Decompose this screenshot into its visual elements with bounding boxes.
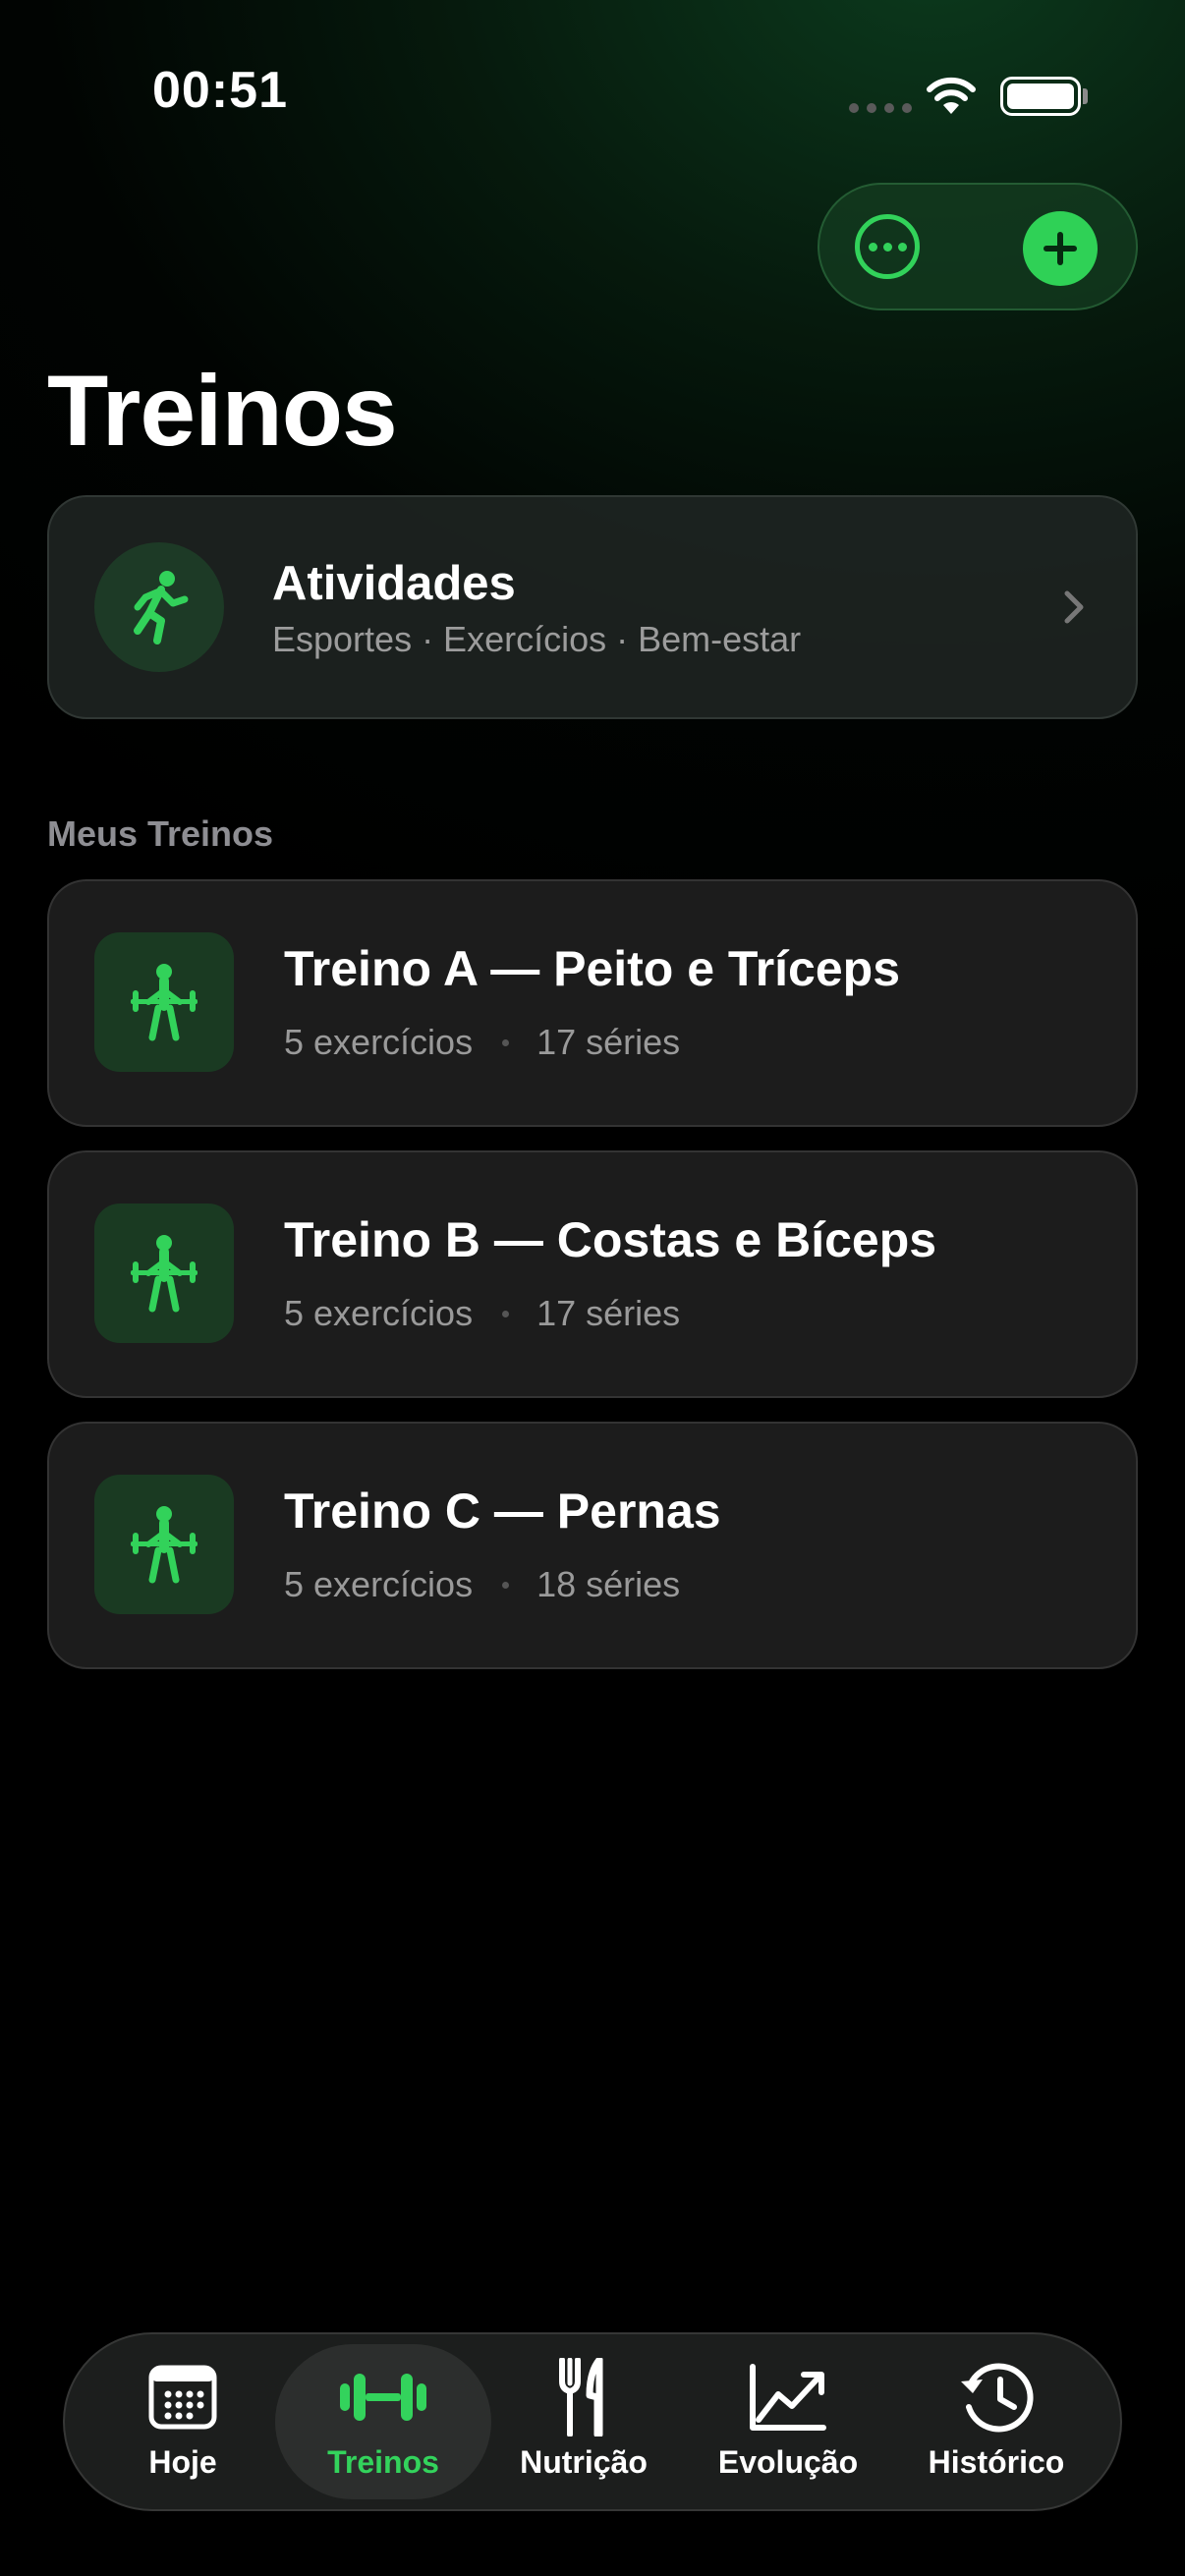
separator-dot xyxy=(502,1310,510,1317)
more-options-icon[interactable] xyxy=(855,214,920,279)
workout-meta: 5 exercícios 17 séries xyxy=(284,1293,680,1334)
weightlifter-icon xyxy=(94,1204,234,1343)
add-workout-button[interactable] xyxy=(1023,211,1098,286)
cellular-signal-icon xyxy=(849,103,912,113)
page-title: Treinos xyxy=(47,355,398,467)
weightlifter-icon xyxy=(94,932,234,1072)
wifi-icon xyxy=(924,75,979,121)
dumbbell-icon xyxy=(338,2358,428,2436)
activities-subtitle: Esportes · Exercícios · Bem-estar xyxy=(272,619,802,659)
status-time: 00:51 xyxy=(152,62,288,119)
fork-knife-icon xyxy=(556,2358,611,2436)
weightlifter-icon xyxy=(94,1475,234,1614)
exercise-count: 5 exercícios xyxy=(284,1022,474,1062)
running-figure-icon xyxy=(94,542,224,672)
tab-treinos[interactable]: Treinos xyxy=(285,2358,481,2481)
exercise-count: 5 exercícios xyxy=(284,1293,474,1333)
set-count: 18 séries xyxy=(536,1564,681,1604)
separator-dot xyxy=(502,1581,510,1589)
chart-up-icon xyxy=(749,2358,827,2436)
set-count: 17 séries xyxy=(536,1293,681,1333)
tab-label: Nutrição xyxy=(520,2444,648,2480)
workout-meta: 5 exercícios 17 séries xyxy=(284,1022,680,1063)
workout-title: Treino B — Costas e Bíceps xyxy=(284,1212,937,1267)
tab-historico[interactable]: Histórico xyxy=(898,2358,1095,2481)
calendar-icon xyxy=(148,2358,217,2436)
battery-nub xyxy=(1083,88,1088,104)
separator-dot xyxy=(502,1038,510,1046)
tab-hoje[interactable]: Hoje xyxy=(85,2358,281,2481)
tab-label: Evolução xyxy=(717,2444,859,2480)
history-clock-icon xyxy=(957,2358,1036,2436)
section-header: Meus Treinos xyxy=(47,813,274,854)
workout-meta: 5 exercícios 18 séries xyxy=(284,1564,680,1605)
tab-label: Hoje xyxy=(148,2444,217,2480)
battery-icon xyxy=(1000,77,1081,116)
workout-title: Treino A — Peito e Tríceps xyxy=(284,941,901,996)
tab-label: Treinos xyxy=(327,2444,439,2480)
tab-label: Histórico xyxy=(928,2444,1065,2480)
workout-title: Treino C — Pernas xyxy=(284,1484,721,1539)
set-count: 17 séries xyxy=(536,1022,681,1062)
chevron-right-icon xyxy=(1063,589,1085,630)
tab-evolucao[interactable]: Evolução xyxy=(690,2358,886,2481)
tab-nutricao[interactable]: Nutrição xyxy=(485,2358,682,2481)
activities-title: Atividades xyxy=(272,557,516,610)
exercise-count: 5 exercícios xyxy=(284,1564,474,1604)
